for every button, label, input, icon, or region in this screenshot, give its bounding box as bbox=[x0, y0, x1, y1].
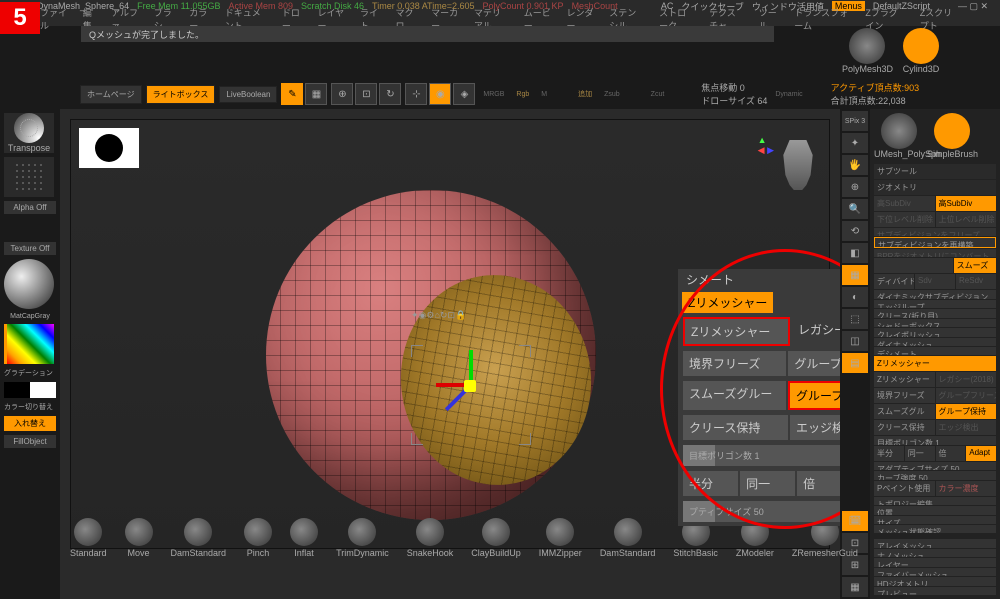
crease[interactable]: クリース(折り目) bbox=[874, 309, 996, 317]
transform-gizmo[interactable] bbox=[436, 350, 506, 420]
rotate-icon[interactable]: ↻ bbox=[379, 83, 401, 105]
edgeloop[interactable]: エッジループ bbox=[874, 300, 996, 308]
alpha-off[interactable]: Alpha Off bbox=[4, 201, 56, 214]
menubar: ファイル 編集 アルファ ブラシ カラー ドキュメント ドロー レイヤー ライト… bbox=[0, 12, 1000, 26]
zremesher-header[interactable]: Zリメッシャー bbox=[874, 356, 996, 371]
transpose-tool[interactable]: Transpose bbox=[4, 113, 54, 153]
texture-off[interactable]: Texture Off bbox=[4, 242, 56, 255]
dynamic-toggle[interactable]: Dynamic bbox=[771, 91, 806, 98]
nav-icon[interactable]: ⊞ bbox=[842, 555, 868, 575]
legacy-button[interactable]: レガシー(2018) bbox=[792, 317, 840, 346]
target-poly-slider[interactable]: 目標ポリゴン数 1 bbox=[683, 445, 840, 466]
brush-item[interactable]: ClayBuildUp bbox=[471, 518, 521, 558]
subtool-header[interactable]: サブツール bbox=[874, 164, 996, 179]
toolbar: ホームページ ライトボックス LiveBoolean ✎ ▦ ⊕ ⊡ ↻ ⊹ ◉… bbox=[0, 79, 1000, 109]
brush-item[interactable]: DamStandard bbox=[171, 518, 227, 558]
brush-item[interactable]: Move bbox=[125, 518, 153, 558]
freeze-sdiv[interactable]: サブディビジョンをフリーズ bbox=[874, 228, 996, 236]
nav-icon[interactable]: ⊕ bbox=[842, 177, 868, 197]
detect-edges[interactable]: エッジ検出 bbox=[790, 415, 840, 440]
nav-icon[interactable]: ▦ bbox=[842, 577, 868, 597]
nav-icon[interactable]: ◐ bbox=[842, 287, 868, 307]
nav-icon[interactable]: ▤ bbox=[842, 353, 868, 373]
adaptive-slider[interactable]: プティブサイズ 50 bbox=[683, 501, 840, 522]
edit-icon[interactable]: ✎ bbox=[281, 83, 303, 105]
sculptris-icon[interactable]: ◉ bbox=[429, 83, 451, 105]
drawsize-slider[interactable]: ドローサイズ 64 bbox=[701, 94, 767, 107]
nav-icon[interactable]: ◧ bbox=[842, 243, 868, 263]
nav-icon[interactable]: ✦ bbox=[842, 133, 868, 153]
total-points: 合計頂点数:22,038 bbox=[831, 94, 920, 107]
navigation-head[interactable] bbox=[777, 140, 819, 190]
adaptive-size[interactable]: アダプティブサイズ 50 bbox=[874, 462, 996, 470]
keep-groups[interactable]: グループ保持 bbox=[788, 381, 840, 410]
topology[interactable]: トポロジー編集 bbox=[874, 497, 996, 505]
high-subdiv[interactable]: 高SubDiv bbox=[936, 196, 997, 211]
active-points: アクティブ頂点数:903 bbox=[831, 81, 920, 94]
keep-creases[interactable]: クリース保持 bbox=[683, 415, 788, 440]
divide-btn[interactable]: ディバイド bbox=[874, 274, 914, 289]
alpha-preview bbox=[79, 128, 139, 168]
same-button[interactable]: 同一 bbox=[740, 471, 795, 496]
zremesher-btn[interactable]: Zリメッシャー bbox=[874, 372, 935, 387]
move-icon[interactable]: ⊕ bbox=[331, 83, 353, 105]
zremesher-button[interactable]: Zリメッシャー bbox=[683, 317, 790, 346]
brush-item[interactable]: SnakeHook bbox=[407, 518, 454, 558]
brush-item[interactable]: TrimDynamic bbox=[336, 518, 389, 558]
nav-icon[interactable]: ⟲ bbox=[842, 221, 868, 241]
left-sidebar: Transpose Alpha Off Texture Off MatCapGr… bbox=[0, 109, 60, 599]
top-brush[interactable]: Cylind3D bbox=[896, 28, 946, 74]
brush-item[interactable]: IMMZipper bbox=[539, 518, 582, 558]
gradient-picker[interactable] bbox=[4, 324, 54, 364]
decimate[interactable]: デシメート bbox=[874, 347, 996, 355]
nav-icon[interactable]: ⬚ bbox=[842, 309, 868, 329]
dynamesh-icon[interactable]: ◈ bbox=[453, 83, 475, 105]
scale-icon[interactable]: ⊡ bbox=[355, 83, 377, 105]
shadowbox[interactable]: シャドーボックス bbox=[874, 319, 996, 327]
dynamic-sdiv[interactable]: ダイナミックサブディビジョン bbox=[874, 290, 996, 298]
focal-slider[interactable]: 焦点移動 0 bbox=[701, 81, 767, 94]
geometry-header[interactable]: ジオメトリ bbox=[874, 180, 996, 195]
zremesher-panel: シメート Zリメッシャー Zリメッシャー レガシー(2018) 境界フリーズ グ… bbox=[678, 269, 840, 526]
gizmo-icon[interactable]: ⊹ bbox=[405, 83, 427, 105]
tool-preview[interactable]: UMesh_PolySph bbox=[874, 113, 924, 159]
claypolish[interactable]: クレイポリッシュ bbox=[874, 328, 996, 336]
lightbox-button[interactable]: ライトボックス bbox=[146, 85, 216, 104]
rebuild-sdiv[interactable]: サブディビジョンを再構築 bbox=[874, 237, 996, 247]
step-badge: 5 bbox=[0, 2, 40, 34]
gizmo-toolbar[interactable]: ✦◉⚙⌂↻⊡🔒 bbox=[411, 310, 466, 321]
home-button[interactable]: ホームページ bbox=[80, 85, 142, 104]
panel-title: Zリメッシャー bbox=[682, 292, 773, 313]
smooth-groups[interactable]: スムーズグルー bbox=[683, 381, 786, 410]
spix-control[interactable]: SPix 3 bbox=[842, 111, 868, 131]
freeze-border[interactable]: 境界フリーズ bbox=[683, 351, 786, 376]
menu-item[interactable]: ファイル bbox=[40, 6, 69, 32]
target-poly[interactable]: 目標ポリゴン数 1 bbox=[874, 436, 996, 444]
fillobject-button[interactable]: FillObject bbox=[4, 435, 56, 448]
status-message: Qメッシュが完了しました。 bbox=[81, 26, 774, 42]
nav-icon[interactable]: 🖐 bbox=[842, 155, 868, 175]
draw-icon[interactable]: ▦ bbox=[305, 83, 327, 105]
brush-item[interactable]: Standard bbox=[70, 518, 107, 558]
tool-palette: UMesh_PolySph SimpleBrush サブツール ジオメトリ 高S… bbox=[870, 109, 1000, 599]
top-brush[interactable]: PolyMesh3D bbox=[842, 28, 892, 74]
nav-icon[interactable]: ◫ bbox=[842, 331, 868, 351]
brush-item[interactable]: Inflat bbox=[290, 518, 318, 558]
nav-icon[interactable]: ▦ bbox=[842, 265, 868, 285]
nav-icon[interactable]: 🔍 bbox=[842, 199, 868, 219]
brush-item[interactable]: DamStandard bbox=[600, 518, 656, 558]
liveboolean-button[interactable]: LiveBoolean bbox=[219, 86, 277, 103]
keep-groups-r[interactable]: グループ保持 bbox=[936, 404, 997, 419]
freeze-groups[interactable]: グループフリーズ bbox=[788, 351, 840, 376]
dynamesh[interactable]: ダイナメッシュ bbox=[874, 338, 996, 346]
matcap-selector[interactable] bbox=[4, 259, 54, 309]
half-button[interactable]: 半分 bbox=[683, 471, 738, 496]
swap-button[interactable]: 入れ替え bbox=[4, 416, 56, 431]
tool-preview[interactable]: SimpleBrush bbox=[927, 113, 977, 159]
brush-item[interactable]: Pinch bbox=[244, 518, 272, 558]
smooth-btn[interactable]: スムーズ bbox=[954, 258, 996, 273]
dots-tool[interactable] bbox=[4, 157, 54, 197]
double-button[interactable]: 倍 bbox=[797, 471, 840, 496]
